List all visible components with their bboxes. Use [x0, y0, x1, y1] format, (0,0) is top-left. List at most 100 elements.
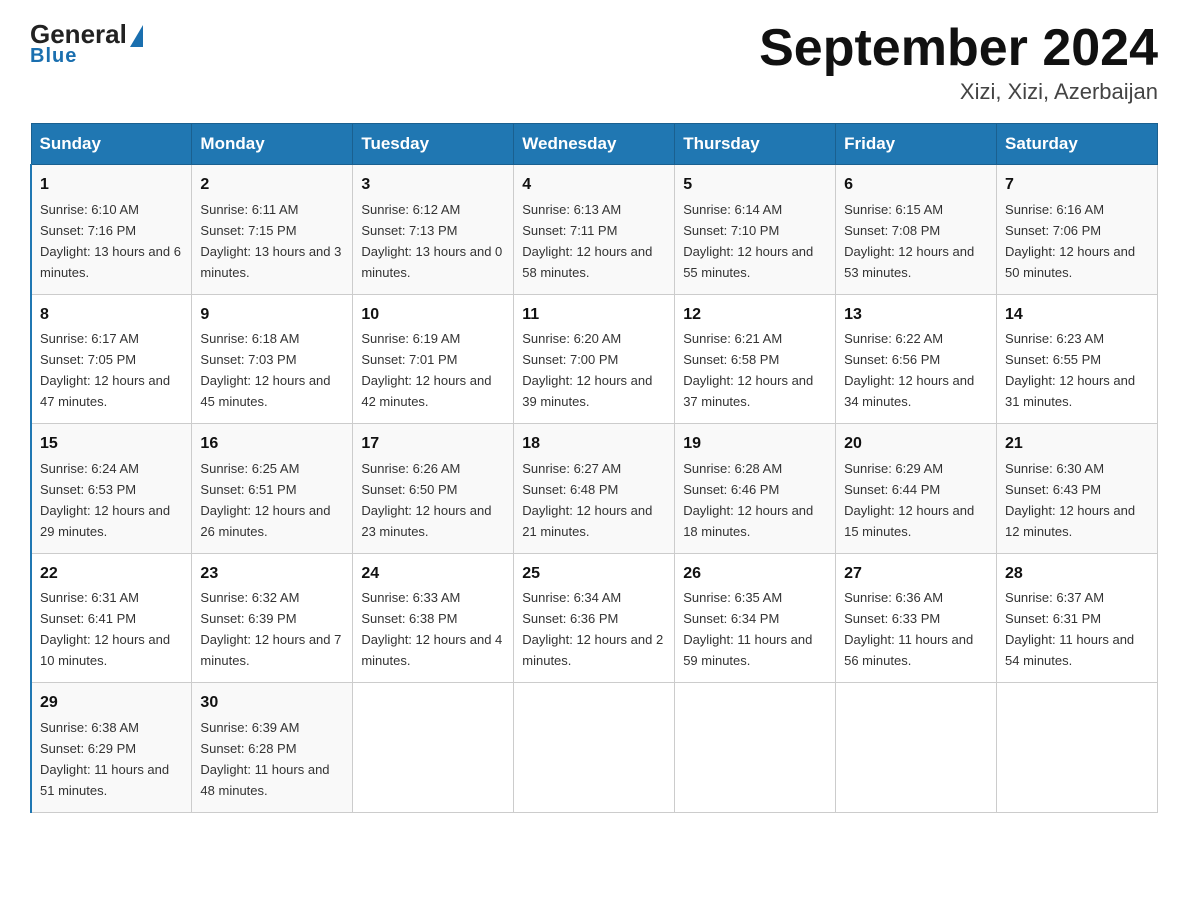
calendar-cell: 27 Sunrise: 6:36 AM Sunset: 6:33 PM Dayl… [836, 553, 997, 682]
calendar-table: Sunday Monday Tuesday Wednesday Thursday… [30, 123, 1158, 812]
sunrise-info: Sunrise: 6:17 AM [40, 331, 139, 346]
sunset-info: Sunset: 6:43 PM [1005, 482, 1101, 497]
day-number: 22 [40, 562, 183, 587]
daylight-info: Daylight: 12 hours and 7 minutes. [200, 632, 341, 668]
daylight-info: Daylight: 12 hours and 29 minutes. [40, 503, 170, 539]
day-number: 7 [1005, 173, 1149, 198]
daylight-info: Daylight: 12 hours and 21 minutes. [522, 503, 652, 539]
calendar-cell: 12 Sunrise: 6:21 AM Sunset: 6:58 PM Dayl… [675, 294, 836, 423]
sunset-info: Sunset: 7:08 PM [844, 223, 940, 238]
sunrise-info: Sunrise: 6:39 AM [200, 720, 299, 735]
calendar-cell: 22 Sunrise: 6:31 AM Sunset: 6:41 PM Dayl… [31, 553, 192, 682]
calendar-cell: 30 Sunrise: 6:39 AM Sunset: 6:28 PM Dayl… [192, 683, 353, 812]
calendar-cell: 21 Sunrise: 6:30 AM Sunset: 6:43 PM Dayl… [997, 424, 1158, 553]
daylight-info: Daylight: 12 hours and 47 minutes. [40, 373, 170, 409]
daylight-info: Daylight: 13 hours and 3 minutes. [200, 244, 341, 280]
day-number: 28 [1005, 562, 1149, 587]
sunset-info: Sunset: 6:29 PM [40, 741, 136, 756]
month-year-title: September 2024 [759, 20, 1158, 77]
calendar-cell: 16 Sunrise: 6:25 AM Sunset: 6:51 PM Dayl… [192, 424, 353, 553]
sunset-info: Sunset: 7:15 PM [200, 223, 296, 238]
calendar-body: 1 Sunrise: 6:10 AM Sunset: 7:16 PM Dayli… [31, 165, 1158, 812]
daylight-info: Daylight: 12 hours and 39 minutes. [522, 373, 652, 409]
calendar-cell [514, 683, 675, 812]
header-row: Sunday Monday Tuesday Wednesday Thursday… [31, 124, 1158, 165]
daylight-info: Daylight: 12 hours and 34 minutes. [844, 373, 974, 409]
day-number: 25 [522, 562, 666, 587]
day-number: 30 [200, 691, 344, 716]
calendar-week-2: 8 Sunrise: 6:17 AM Sunset: 7:05 PM Dayli… [31, 294, 1158, 423]
daylight-info: Daylight: 12 hours and 18 minutes. [683, 503, 813, 539]
sunrise-info: Sunrise: 6:16 AM [1005, 202, 1104, 217]
day-number: 5 [683, 173, 827, 198]
sunrise-info: Sunrise: 6:12 AM [361, 202, 460, 217]
sunset-info: Sunset: 6:39 PM [200, 611, 296, 626]
sunrise-info: Sunrise: 6:13 AM [522, 202, 621, 217]
calendar-cell [353, 683, 514, 812]
sunset-info: Sunset: 6:34 PM [683, 611, 779, 626]
daylight-info: Daylight: 12 hours and 2 minutes. [522, 632, 663, 668]
sunset-info: Sunset: 6:28 PM [200, 741, 296, 756]
sunset-info: Sunset: 6:36 PM [522, 611, 618, 626]
calendar-week-3: 15 Sunrise: 6:24 AM Sunset: 6:53 PM Dayl… [31, 424, 1158, 553]
calendar-cell: 28 Sunrise: 6:37 AM Sunset: 6:31 PM Dayl… [997, 553, 1158, 682]
sunrise-info: Sunrise: 6:34 AM [522, 590, 621, 605]
sunset-info: Sunset: 6:33 PM [844, 611, 940, 626]
sunset-info: Sunset: 7:01 PM [361, 352, 457, 367]
calendar-cell: 8 Sunrise: 6:17 AM Sunset: 7:05 PM Dayli… [31, 294, 192, 423]
sunset-info: Sunset: 6:56 PM [844, 352, 940, 367]
calendar-cell: 4 Sunrise: 6:13 AM Sunset: 7:11 PM Dayli… [514, 165, 675, 294]
daylight-info: Daylight: 13 hours and 6 minutes. [40, 244, 181, 280]
sunrise-info: Sunrise: 6:11 AM [200, 202, 298, 217]
sunset-info: Sunset: 6:31 PM [1005, 611, 1101, 626]
calendar-cell [836, 683, 997, 812]
sunrise-info: Sunrise: 6:22 AM [844, 331, 943, 346]
sunrise-info: Sunrise: 6:38 AM [40, 720, 139, 735]
daylight-info: Daylight: 12 hours and 10 minutes. [40, 632, 170, 668]
calendar-week-4: 22 Sunrise: 6:31 AM Sunset: 6:41 PM Dayl… [31, 553, 1158, 682]
sunrise-info: Sunrise: 6:20 AM [522, 331, 621, 346]
day-number: 14 [1005, 303, 1149, 328]
sunset-info: Sunset: 6:38 PM [361, 611, 457, 626]
sunset-info: Sunset: 6:58 PM [683, 352, 779, 367]
day-number: 8 [40, 303, 183, 328]
location-subtitle: Xizi, Xizi, Azerbaijan [759, 79, 1158, 105]
day-number: 18 [522, 432, 666, 457]
day-number: 10 [361, 303, 505, 328]
day-number: 29 [40, 691, 183, 716]
calendar-cell: 5 Sunrise: 6:14 AM Sunset: 7:10 PM Dayli… [675, 165, 836, 294]
calendar-cell: 24 Sunrise: 6:33 AM Sunset: 6:38 PM Dayl… [353, 553, 514, 682]
daylight-info: Daylight: 11 hours and 48 minutes. [200, 762, 329, 798]
calendar-week-1: 1 Sunrise: 6:10 AM Sunset: 7:16 PM Dayli… [31, 165, 1158, 294]
col-saturday: Saturday [997, 124, 1158, 165]
sunrise-info: Sunrise: 6:36 AM [844, 590, 943, 605]
sunrise-info: Sunrise: 6:26 AM [361, 461, 460, 476]
sunset-info: Sunset: 6:41 PM [40, 611, 136, 626]
logo-blue-text: Blue [30, 45, 77, 68]
day-number: 3 [361, 173, 505, 198]
col-sunday: Sunday [31, 124, 192, 165]
calendar-cell [997, 683, 1158, 812]
daylight-info: Daylight: 12 hours and 37 minutes. [683, 373, 813, 409]
calendar-week-5: 29 Sunrise: 6:38 AM Sunset: 6:29 PM Dayl… [31, 683, 1158, 812]
calendar-cell: 9 Sunrise: 6:18 AM Sunset: 7:03 PM Dayli… [192, 294, 353, 423]
calendar-cell: 23 Sunrise: 6:32 AM Sunset: 6:39 PM Dayl… [192, 553, 353, 682]
calendar-cell: 2 Sunrise: 6:11 AM Sunset: 7:15 PM Dayli… [192, 165, 353, 294]
logo: General Blue [30, 20, 143, 68]
calendar-cell: 10 Sunrise: 6:19 AM Sunset: 7:01 PM Dayl… [353, 294, 514, 423]
daylight-info: Daylight: 12 hours and 12 minutes. [1005, 503, 1135, 539]
calendar-cell: 19 Sunrise: 6:28 AM Sunset: 6:46 PM Dayl… [675, 424, 836, 553]
sunrise-info: Sunrise: 6:25 AM [200, 461, 299, 476]
sunrise-info: Sunrise: 6:18 AM [200, 331, 299, 346]
calendar-cell: 25 Sunrise: 6:34 AM Sunset: 6:36 PM Dayl… [514, 553, 675, 682]
sunrise-info: Sunrise: 6:15 AM [844, 202, 943, 217]
calendar-cell: 7 Sunrise: 6:16 AM Sunset: 7:06 PM Dayli… [997, 165, 1158, 294]
sunrise-info: Sunrise: 6:37 AM [1005, 590, 1104, 605]
sunrise-info: Sunrise: 6:31 AM [40, 590, 139, 605]
calendar-cell: 3 Sunrise: 6:12 AM Sunset: 7:13 PM Dayli… [353, 165, 514, 294]
col-tuesday: Tuesday [353, 124, 514, 165]
sunset-info: Sunset: 6:44 PM [844, 482, 940, 497]
title-area: September 2024 Xizi, Xizi, Azerbaijan [759, 20, 1158, 105]
calendar-cell: 17 Sunrise: 6:26 AM Sunset: 6:50 PM Dayl… [353, 424, 514, 553]
col-friday: Friday [836, 124, 997, 165]
